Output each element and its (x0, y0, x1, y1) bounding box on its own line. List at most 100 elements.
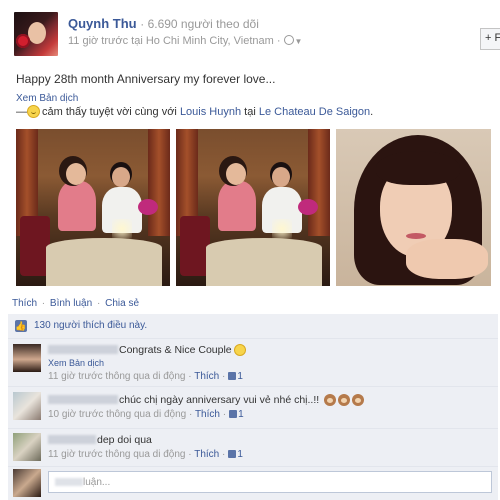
comment-like-count[interactable]: 1 (238, 409, 244, 420)
see-translation-link[interactable]: Xem Bản dịch (48, 358, 104, 368)
bangs (376, 151, 460, 185)
commenter-name-blurred[interactable] (48, 345, 118, 354)
smile-emoji-icon (27, 105, 40, 118)
comment-text: chúc chị ngày anniversary vui vẻ nhé chị… (119, 394, 320, 406)
woman-head (226, 163, 246, 185)
curtain (148, 129, 170, 236)
follow-button[interactable]: + F (480, 28, 500, 50)
comment-like-link[interactable]: Thích (194, 449, 219, 460)
post-time-location[interactable]: 11 giờ trước tại Ho Chi Minh City, Vietn… (68, 35, 281, 47)
thumbs-up-icon: 👍 (15, 320, 27, 332)
author-avatar[interactable] (14, 12, 58, 56)
comment-like-count[interactable]: 1 (237, 371, 243, 382)
comment-time[interactable]: 10 giờ trước thông qua di động · (48, 409, 192, 420)
comment-like-link[interactable]: Thích (194, 371, 219, 382)
comment-like-link[interactable]: Thích (195, 409, 220, 420)
photo-2[interactable] (176, 129, 330, 286)
like-icon (229, 410, 238, 418)
comment-text: Congrats & Nice Couple (119, 344, 232, 356)
comment-body: Congrats & Nice Couple (48, 344, 246, 356)
commenter-avatar[interactable] (13, 344, 41, 372)
at-word: tại (244, 106, 256, 118)
photo-1[interactable] (16, 129, 170, 286)
comment-meta: 10 giờ trước thông qua di động · Thích ·… (48, 409, 244, 420)
comment-input[interactable]: luận... (48, 471, 492, 493)
comment-item: Congrats & Nice Couple Xem Bản dịch 11 g… (8, 338, 498, 387)
monkey-emoji-icon (324, 394, 337, 406)
commenter-name-blurred[interactable] (48, 395, 118, 404)
dinner-scene (16, 129, 170, 286)
commenter-avatar[interactable] (13, 433, 41, 461)
monkey-emoji-icon (352, 394, 365, 406)
feeling-dash: — (16, 106, 27, 118)
commenter-avatar[interactable] (13, 392, 41, 420)
comment-meta: 11 giờ trước thông qua di động · Thích ·… (48, 449, 243, 460)
author-line: Quynh Thu · 6.690 người theo dõi (68, 16, 259, 31)
woman-head (66, 163, 86, 185)
comment-link[interactable]: Bình luận (50, 298, 92, 309)
man-head (112, 167, 130, 187)
separator: · (41, 298, 46, 309)
comment-meta: 11 giờ trước thông qua di động · Thích ·… (48, 371, 243, 382)
follower-count: · 6.690 người theo dõi (140, 17, 259, 31)
chevron-down-icon[interactable]: ▼ (295, 37, 303, 46)
feeling-text: cảm thấy tuyệt vời cùng với (42, 106, 177, 118)
comments-panel: 👍 130 người thích điều này. Congrats & N… (8, 314, 498, 500)
globe-icon[interactable] (283, 35, 294, 45)
comment-like-count[interactable]: 1 (237, 449, 243, 460)
avatar-rose (16, 34, 30, 48)
hand (406, 239, 488, 279)
flowers (298, 199, 318, 215)
comment-item: dep doi qua 11 giờ trước thông qua di độ… (8, 428, 498, 467)
likes-count-link[interactable]: 130 người thích điều này. (34, 320, 147, 331)
placeholder-text: luận... (83, 477, 111, 488)
dinner-scene (176, 129, 330, 286)
separator: · (222, 409, 227, 420)
share-link[interactable]: Chia sẻ (105, 298, 139, 309)
man-head (272, 167, 290, 187)
like-link[interactable]: Thích (12, 298, 37, 309)
comment-composer: luận... (8, 466, 498, 500)
separator: · (96, 298, 101, 309)
post-header: Quynh Thu · 6.690 người theo dõi 11 giờ … (14, 12, 500, 56)
tagged-person-link[interactable]: Louis Huynh (180, 106, 241, 118)
tablecloth (206, 238, 322, 286)
flowers (138, 199, 158, 215)
comment-body: dep doi qua (48, 434, 152, 446)
follow-button-label: + F (485, 32, 500, 44)
comment-time[interactable]: 11 giờ trước thông qua di động · (48, 371, 192, 382)
post-actions: Thích · Bình luận · Chia sẻ (12, 298, 139, 309)
placeholder-blurred (55, 478, 83, 486)
monkey-emoji-icon (338, 394, 351, 406)
smile-emoji-icon (233, 344, 246, 356)
candle-glow (112, 219, 132, 239)
see-translation-link[interactable]: Xem Bản dịch (16, 93, 78, 104)
author-name[interactable]: Quynh Thu (68, 16, 137, 31)
place-link[interactable]: Le Chateau De Saigon (259, 106, 370, 118)
tablecloth (46, 238, 162, 286)
portrait (336, 129, 491, 286)
status-text: Happy 28th month Anniversary my forever … (16, 72, 276, 86)
candle-glow (272, 219, 292, 239)
lips (406, 233, 426, 239)
photo-3[interactable] (336, 129, 491, 286)
comment-body: chúc chị ngày anniversary vui vẻ nhé chị… (48, 394, 365, 406)
woman-figure (58, 181, 96, 231)
comment-text: dep doi qua (97, 434, 152, 446)
end-punct: . (370, 106, 374, 118)
comment-time[interactable]: 11 giờ trước thông qua di động · (48, 449, 192, 460)
woman-figure (218, 181, 256, 231)
avatar-face (28, 22, 46, 44)
viewer-avatar (13, 469, 41, 497)
curtain (308, 129, 330, 236)
comment-input-placeholder: luận... (55, 477, 110, 488)
commenter-name-blurred[interactable] (48, 435, 96, 444)
like-icon (228, 450, 237, 458)
comment-item: chúc chị ngày anniversary vui vẻ nhé chị… (8, 386, 498, 429)
like-icon (228, 372, 237, 380)
separator: · (222, 371, 226, 382)
feeling-line: — cảm thấy tuyệt vời cùng với Louis Huynh… (16, 105, 373, 118)
post-meta: 11 giờ trước tại Ho Chi Minh City, Vietn… (68, 35, 302, 47)
separator: · (222, 449, 226, 460)
likes-row: 👍 130 người thích điều này. (8, 314, 498, 339)
